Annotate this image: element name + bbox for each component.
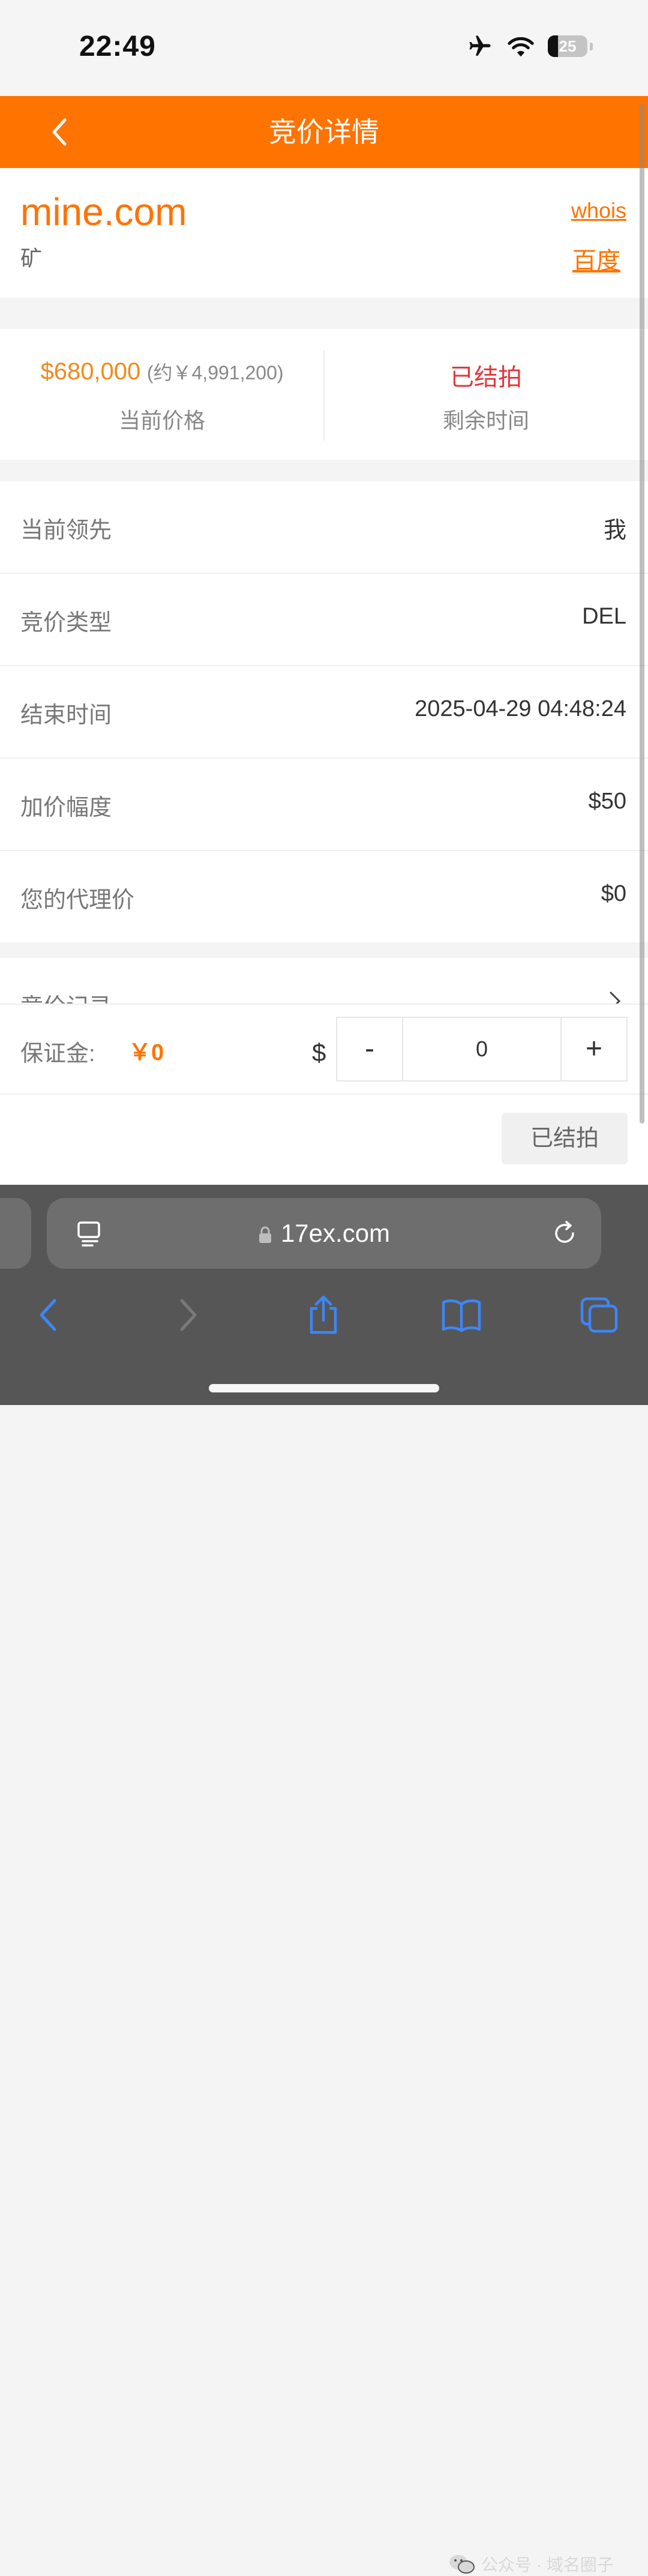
detail-label: 当前领先 (20, 518, 112, 543)
domain-meaning: 矿 (20, 246, 43, 271)
currency-sign: $ (312, 1038, 326, 1067)
previous-tab-preview[interactable] (0, 1198, 31, 1269)
auction-ended-status: 已结拍 (450, 364, 522, 391)
share-icon (310, 1295, 337, 1334)
action-row: 已结拍 (0, 1095, 648, 1185)
forward-arrow-icon (180, 1299, 197, 1331)
auction-details: 当前领先 我 竞价类型 DEL 结束时间 2025-04-29 04:48:24… (0, 481, 648, 942)
back-arrow-icon (40, 1299, 56, 1331)
detail-row-type: 竞价类型 DEL (0, 574, 648, 666)
wechat-icon (449, 2555, 475, 2574)
address-bar[interactable]: 17ex.com (47, 1198, 601, 1269)
detail-value: 我 (603, 518, 626, 543)
browser-back-button[interactable] (16, 1282, 82, 1348)
battery-icon: 25 (548, 35, 587, 57)
bid-bar: 保证金: ￥0 $ - 0 + (0, 1004, 648, 1095)
detail-value: $50 (588, 789, 626, 814)
bookmarks-button[interactable] (428, 1282, 494, 1348)
page-title: 竞价详情 (269, 116, 379, 148)
detail-value: $0 (601, 881, 626, 906)
url-text: 17ex.com (280, 1219, 391, 1247)
detail-value: DEL (582, 604, 626, 629)
detail-row-end-time: 结束时间 2025-04-29 04:48:24 (0, 666, 648, 759)
detail-row-increment: 加价幅度 $50 (0, 759, 648, 851)
battery-tip (590, 42, 593, 50)
decrease-button[interactable]: - (337, 1018, 403, 1080)
bid-records-row[interactable]: 竞价记录 (0, 958, 648, 1006)
detail-value: 2025-04-29 04:48:24 (415, 696, 626, 721)
remaining-status: 已结拍 (324, 358, 648, 393)
detail-label: 您的代理价 (20, 888, 135, 913)
detail-label: 加价幅度 (20, 795, 112, 820)
current-price-label: 当前价格 (118, 408, 205, 433)
current-price-usd: $680,000 (40, 358, 141, 385)
domain-name: mine.com (20, 190, 187, 233)
detail-row-leader: 当前领先 我 (0, 481, 648, 574)
browser-forward-button[interactable] (155, 1282, 221, 1348)
nav-bar: 竞价详情 (0, 96, 648, 168)
status-icons: 25 (466, 34, 593, 59)
remaining-time-block: 已结拍 剩余时间 (324, 329, 648, 460)
watermark-text: 公众号 · 域名圈子 (481, 2556, 614, 2574)
deposit-value: ￥0 (128, 1040, 164, 1065)
lock-icon (259, 1226, 271, 1243)
price-summary: $680,000 (约￥4,991,200) 当前价格 已结拍 剩余时间 (0, 329, 648, 460)
current-price-cny: (约￥4,991,200) (146, 362, 284, 384)
browser-nav-buttons (0, 1282, 648, 1348)
status-bar: 22:49 25 (0, 0, 648, 96)
increase-button[interactable]: + (560, 1018, 626, 1080)
watermark: 公众号 · 域名圈子 (449, 2552, 614, 2576)
share-button[interactable] (290, 1282, 356, 1348)
baidu-link[interactable]: 百度 (572, 241, 620, 276)
bid-amount-stepper: - 0 + (336, 1017, 628, 1082)
reload-icon[interactable] (550, 1218, 580, 1248)
remaining-time-label: 剩余时间 (442, 408, 529, 433)
wifi-icon (508, 37, 534, 57)
status-time: 22:49 (79, 31, 156, 62)
deposit-label: 保证金: (20, 1041, 95, 1067)
current-price: $680,000 (约￥4,991,200) (0, 358, 324, 385)
battery-level: 25 (559, 37, 577, 55)
browser-toolbar: 17ex.com 公众号 · 域名圈子 (0, 1185, 648, 2574)
current-price-block: $680,000 (约￥4,991,200) 当前价格 (0, 329, 324, 460)
tabs-icon (580, 1297, 618, 1333)
page-scrollbar[interactable] (640, 103, 644, 1124)
detail-label: 竞价类型 (20, 610, 112, 636)
book-icon (442, 1299, 481, 1332)
url-display: 17ex.com (47, 1198, 601, 1269)
tabs-button[interactable] (566, 1282, 632, 1348)
bid-amount-input[interactable]: 0 (403, 1018, 560, 1080)
domain-header: mine.com 矿 whois 百度 (0, 168, 648, 298)
home-indicator[interactable] (209, 1384, 439, 1392)
detail-label: 结束时间 (20, 703, 112, 728)
airplane-icon (469, 35, 491, 56)
whois-link[interactable]: whois (571, 198, 626, 223)
auction-ended-button[interactable]: 已结拍 (502, 1113, 628, 1164)
detail-row-proxy-price: 您的代理价 $0 (0, 851, 648, 942)
